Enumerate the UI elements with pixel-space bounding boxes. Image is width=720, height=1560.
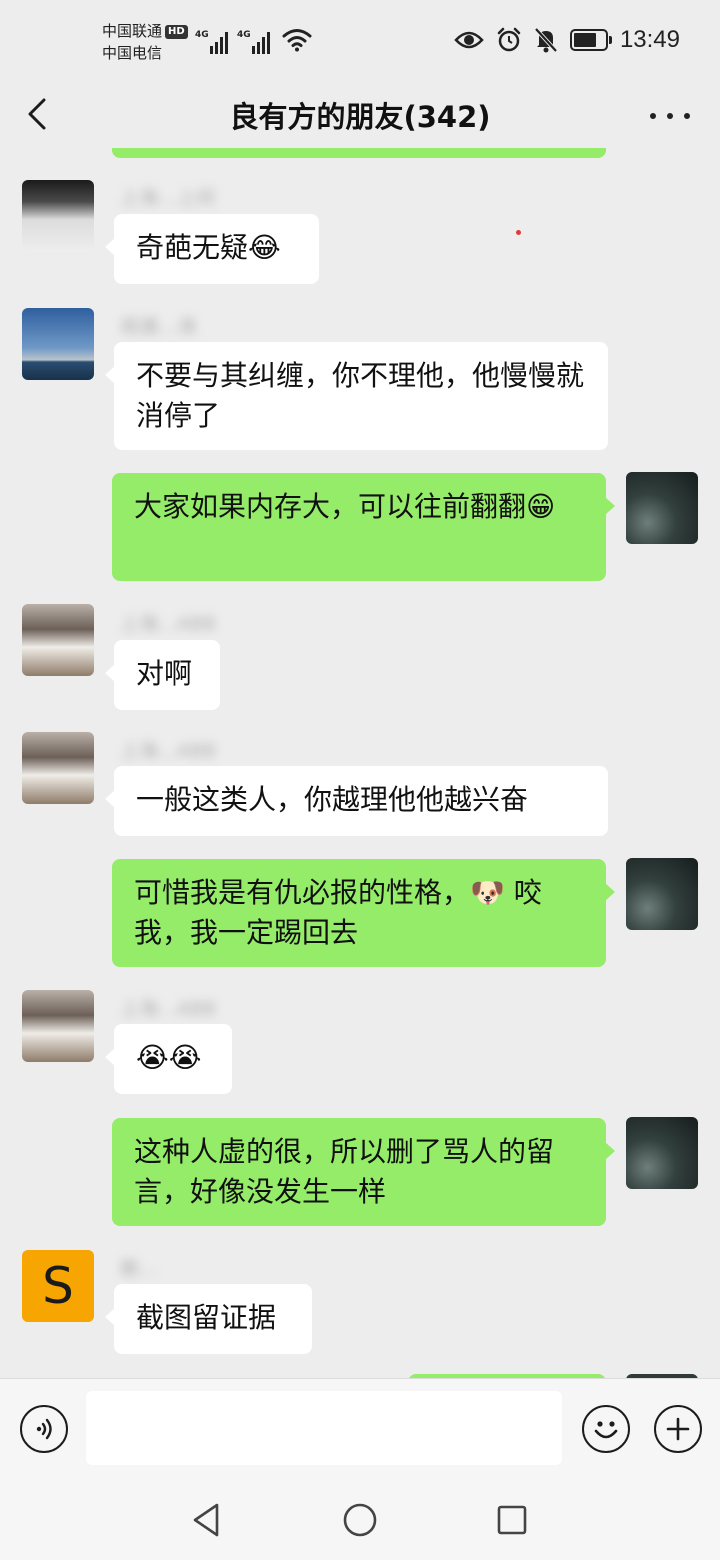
- previous-message-bubble: [112, 148, 606, 158]
- avatar[interactable]: [626, 858, 698, 930]
- message-bubble[interactable]: 大家如果内存大，可以往前翻翻😁: [112, 473, 615, 581]
- sender-name: 观潮…涛: [120, 316, 197, 338]
- message-bubble[interactable]: 一般这类人，你越理他他越兴奋: [105, 766, 608, 836]
- avatar[interactable]: [626, 1117, 698, 1189]
- signal-1-icon: 4G: [195, 30, 228, 54]
- avatar[interactable]: [22, 308, 94, 380]
- nav-back-icon: [193, 1503, 219, 1537]
- sender-name: 上海…ABB: [120, 740, 217, 762]
- message-bubble[interactable]: 截图留证据: [105, 1284, 312, 1354]
- avatar[interactable]: [22, 990, 94, 1062]
- more-dot-icon: [684, 113, 690, 119]
- message-bubble[interactable]: 这种人虚的很，所以删了骂人的留言，好像没发生一样: [112, 1118, 615, 1226]
- chat-screen: 中国联通 HD 中国电信 4G 4G 13:49 良有方的朋友(342) 上海……: [0, 0, 720, 1560]
- sender-name: 赖…: [120, 1258, 159, 1280]
- message-input[interactable]: [86, 1391, 562, 1465]
- nav-home-icon: [343, 1503, 377, 1537]
- nav-back-button[interactable]: [186, 1500, 226, 1540]
- chat-title: 良有方的朋友(342): [229, 100, 491, 134]
- plus-icon: [666, 1417, 690, 1441]
- network-2-label: 4G: [237, 30, 251, 40]
- mute-bell-icon: [534, 27, 558, 53]
- signal-2-icon: 4G: [237, 30, 270, 54]
- avatar[interactable]: [22, 180, 94, 252]
- message-bubble[interactable]: 奇葩无疑😂: [105, 214, 319, 284]
- battery-icon: [569, 29, 612, 51]
- sender-name: 上海…ABB: [120, 998, 217, 1020]
- voice-button[interactable]: [20, 1405, 68, 1453]
- more-options-button[interactable]: [650, 98, 690, 134]
- sender-name: 上海…ABB: [120, 613, 217, 635]
- carrier-info: 中国联通 HD 中国电信: [102, 20, 188, 64]
- nav-recents-button[interactable]: [492, 1500, 532, 1540]
- network-1-label: 4G: [195, 30, 209, 40]
- wifi-icon: [282, 29, 312, 52]
- status-time: 13:49: [619, 26, 680, 53]
- alarm-icon: [497, 27, 521, 52]
- voice-icon: [36, 1418, 52, 1440]
- red-dot: [516, 230, 521, 235]
- message-bubble[interactable]: 不要与其纠缠，你不理他，他慢慢就消停了: [105, 342, 608, 450]
- message-bubble[interactable]: 可惜我是有仇必报的性格，🐶 咬我，我一定踢回去: [112, 859, 615, 967]
- nav-home-button[interactable]: [340, 1500, 380, 1540]
- more-dot-icon: [667, 113, 673, 119]
- message-bubble[interactable]: 对啊: [105, 640, 220, 710]
- status-bar: 中国联通 HD 中国电信 4G 4G 13:49: [0, 0, 720, 80]
- avatar[interactable]: [22, 732, 94, 804]
- status-right-icons: 13:49: [454, 26, 680, 54]
- more-functions-button[interactable]: [654, 1405, 702, 1453]
- more-dot-icon: [650, 113, 656, 119]
- avatar[interactable]: S: [22, 1250, 94, 1322]
- nav-recents-icon: [497, 1505, 527, 1535]
- emoji-icon: [594, 1421, 618, 1439]
- system-navigation-bar: [0, 1478, 720, 1560]
- carrier-1-label: 中国联通: [102, 22, 163, 40]
- carrier-2-label: 中国电信: [102, 44, 163, 62]
- sender-name: 上海…上间: [120, 187, 216, 209]
- input-bar: [0, 1378, 720, 1478]
- avatar[interactable]: [22, 604, 94, 676]
- eye-icon: [454, 31, 484, 49]
- hd-badge: HD: [165, 25, 188, 39]
- avatar[interactable]: [626, 472, 698, 544]
- chat-header: 良有方的朋友(342): [0, 80, 720, 152]
- emoji-button[interactable]: [582, 1405, 630, 1453]
- message-bubble[interactable]: 😭😭: [105, 1024, 232, 1094]
- signal-indicators: 4G 4G: [195, 26, 270, 54]
